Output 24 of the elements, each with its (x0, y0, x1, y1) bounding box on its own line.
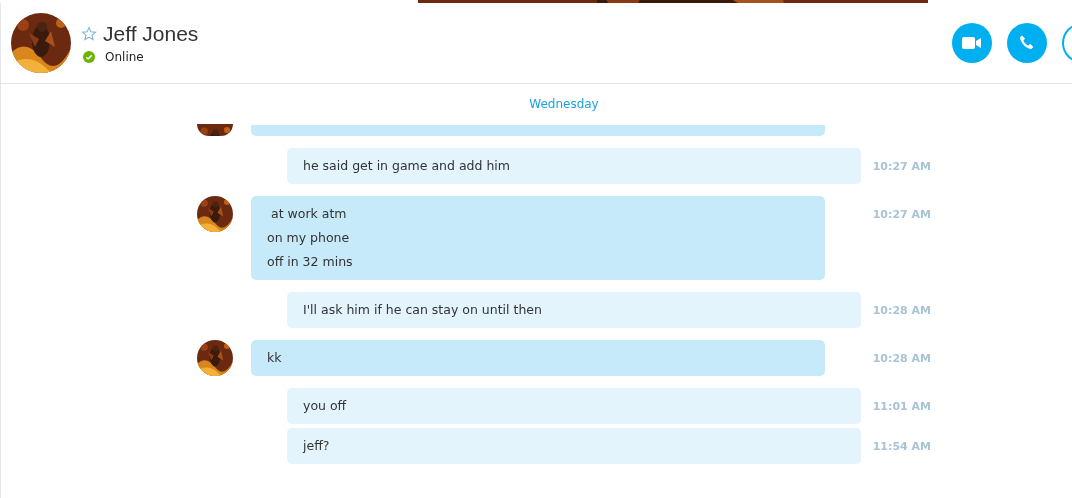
phone-icon (1018, 34, 1036, 52)
message-time: 10:27 AM (872, 207, 931, 221)
status-text: Online (105, 50, 144, 64)
video-call-button[interactable] (952, 23, 992, 63)
audio-call-button[interactable] (1007, 23, 1047, 63)
contact-name: Jeff Jones (103, 22, 199, 46)
star-icon[interactable] (81, 26, 97, 42)
message-bubble: he said get in game and add him (287, 148, 861, 184)
contact-avatar[interactable] (197, 196, 233, 232)
message-time: 10:28 AM (872, 351, 931, 365)
message-bubble: you off (287, 388, 861, 424)
message-time: 10:27 AM (872, 159, 931, 173)
message-bubble: I'll ask him if he can stay on until then (287, 292, 861, 328)
contact-avatar[interactable] (197, 340, 233, 376)
message-bubble: kk (251, 340, 825, 376)
contact-avatar[interactable] (11, 13, 71, 73)
message-bubble: jeff? (287, 428, 861, 464)
date-divider: Wednesday (528, 97, 600, 111)
video-camera-icon (962, 36, 982, 50)
message-time: 11:01 AM (872, 399, 931, 413)
status-check-icon (83, 51, 95, 63)
message-time: 11:54 AM (872, 439, 931, 453)
message-time: 10:28 AM (872, 303, 931, 317)
message-bubble: at work atm on my phone off in 32 mins (251, 196, 825, 280)
